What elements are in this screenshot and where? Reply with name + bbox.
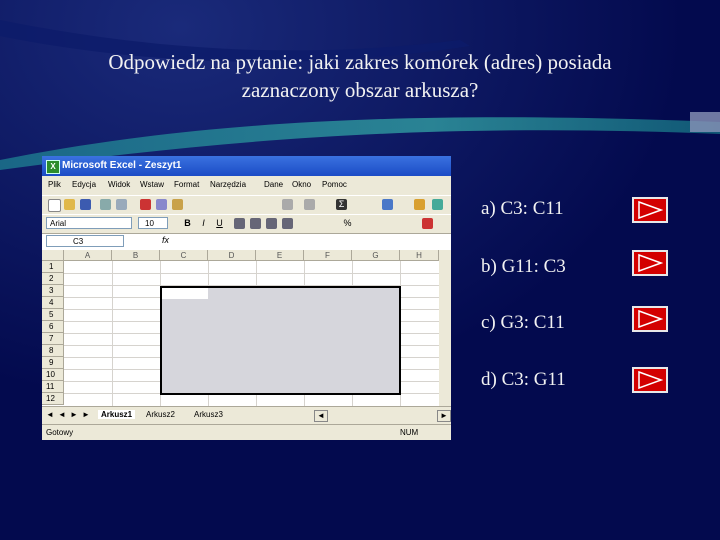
hscroll-right-icon[interactable]: ►: [437, 410, 451, 422]
play-triangle-icon: [638, 310, 663, 328]
font-size-select[interactable]: 10: [138, 217, 168, 229]
sheet-tabs-bar: ◄ ◄ ► ► Arkusz1 Arkusz2 Arkusz3 ◄ ►: [42, 406, 451, 423]
hscroll-left-icon[interactable]: ◄: [314, 410, 328, 422]
answer-b: b) G11: C3: [481, 256, 566, 277]
align-left-icon[interactable]: [234, 218, 245, 229]
status-ready: Gotowy: [46, 428, 74, 437]
column-header-e[interactable]: E: [256, 250, 304, 261]
bold-icon[interactable]: B: [182, 218, 193, 229]
spreadsheet-grid[interactable]: A B C D E F G H 1 2 3 4 5 6 7 8 9 10 11 …: [42, 250, 451, 406]
answer-d: d) C3: G11: [481, 369, 566, 390]
menu-item-edycja[interactable]: Edycja: [72, 180, 96, 189]
print-icon[interactable]: [100, 199, 111, 210]
answer-b-button[interactable]: [632, 250, 668, 276]
row-header-9[interactable]: 9: [42, 357, 64, 369]
cut-icon[interactable]: [140, 199, 151, 210]
chart-icon[interactable]: [414, 199, 425, 210]
menu-item-format[interactable]: Format: [174, 180, 199, 189]
percent-icon[interactable]: %: [342, 218, 353, 229]
play-triangle-icon: [638, 254, 663, 272]
row-header-3[interactable]: 3: [42, 285, 64, 297]
menu-item-dane[interactable]: Dane: [264, 180, 283, 189]
play-triangle-icon: [638, 201, 663, 219]
save-icon[interactable]: [80, 199, 91, 210]
row-header-6[interactable]: 6: [42, 321, 64, 333]
menu-item-wstaw[interactable]: Wstaw: [140, 180, 164, 189]
row-header-10[interactable]: 10: [42, 369, 64, 381]
excel-icon: X: [46, 160, 60, 174]
answer-c-button[interactable]: [632, 306, 668, 332]
excel-window-title: Microsoft Excel - Zeszyt1: [62, 160, 182, 171]
row-header-5[interactable]: 5: [42, 309, 64, 321]
undo-icon[interactable]: [282, 199, 293, 210]
status-num: NUM: [400, 428, 419, 437]
standard-toolbar: Σ: [42, 195, 451, 214]
answer-a: a) C3: C11: [481, 198, 564, 219]
font-name-select[interactable]: Arial: [46, 217, 132, 229]
row-header-2[interactable]: 2: [42, 273, 64, 285]
question-line-1: Odpowiedz na pytanie: jaki zakres komóre…: [108, 50, 612, 74]
sheet-nav-next-icon[interactable]: ►: [70, 410, 78, 419]
merge-icon[interactable]: [282, 218, 293, 229]
status-bar: Gotowy NUM: [42, 424, 451, 440]
new-icon[interactable]: [48, 199, 61, 212]
menu-item-plik[interactable]: Plik: [48, 180, 61, 189]
selected-range[interactable]: [160, 286, 401, 395]
column-header-f[interactable]: F: [304, 250, 352, 261]
formatting-toolbar: Arial 10 B I U %: [42, 214, 451, 233]
select-all-corner[interactable]: [42, 250, 64, 261]
play-triangle-icon: [638, 371, 663, 389]
column-header-g[interactable]: G: [352, 250, 400, 261]
font-color-icon[interactable]: [422, 218, 433, 229]
menu-item-widok[interactable]: Widok: [108, 180, 130, 189]
excel-screenshot: X Microsoft Excel - Zeszyt1 Plik Edycja …: [42, 156, 451, 440]
drawing-icon[interactable]: [432, 199, 443, 210]
answer-c: c) G3: C11: [481, 312, 565, 333]
row-header-12[interactable]: 12: [42, 393, 64, 405]
paste-icon[interactable]: [172, 199, 183, 210]
answer-a-button[interactable]: [632, 197, 668, 223]
menu-item-pomoc[interactable]: Pomoc: [322, 180, 347, 189]
row-header-7[interactable]: 7: [42, 333, 64, 345]
sort-icon[interactable]: [382, 199, 393, 210]
copy-icon[interactable]: [156, 199, 167, 210]
row-header-1[interactable]: 1: [42, 261, 64, 273]
vertical-scrollbar[interactable]: [439, 250, 451, 406]
column-header-h[interactable]: H: [400, 250, 439, 261]
column-header-b[interactable]: B: [112, 250, 160, 261]
row-header-4[interactable]: 4: [42, 297, 64, 309]
question-text: Odpowiedz na pytanie: jaki zakres komóre…: [40, 48, 680, 104]
preview-icon[interactable]: [116, 199, 127, 210]
sheet-nav-prev-icon[interactable]: ◄: [58, 410, 66, 419]
underline-icon[interactable]: U: [214, 218, 225, 229]
answer-d-button[interactable]: [632, 367, 668, 393]
excel-menu-bar: Plik Edycja Widok Wstaw Format Narzędzia…: [42, 177, 451, 193]
column-header-d[interactable]: D: [208, 250, 256, 261]
row-header-11[interactable]: 11: [42, 381, 64, 393]
row-header-8[interactable]: 8: [42, 345, 64, 357]
column-header-c[interactable]: C: [160, 250, 208, 261]
menu-item-narzedzia[interactable]: Narzędzia: [210, 180, 246, 189]
align-right-icon[interactable]: [266, 218, 277, 229]
redo-icon[interactable]: [304, 199, 315, 210]
column-header-a[interactable]: A: [64, 250, 112, 261]
sheet-tab-arkusz2[interactable]: Arkusz2: [146, 410, 175, 419]
formula-bar: C3 fx: [42, 233, 451, 250]
sheet-nav-first-icon[interactable]: ◄: [46, 410, 54, 419]
grid-line: [64, 273, 449, 274]
question-line-2: zaznaczony obszar arkusza?: [241, 78, 479, 102]
fx-icon[interactable]: fx: [162, 235, 169, 245]
excel-title-bar: X Microsoft Excel - Zeszyt1: [42, 156, 451, 176]
sheet-tab-arkusz3[interactable]: Arkusz3: [194, 410, 223, 419]
align-center-icon[interactable]: [250, 218, 261, 229]
menu-item-okno[interactable]: Okno: [292, 180, 311, 189]
active-cell[interactable]: [162, 288, 208, 299]
sheet-nav-last-icon[interactable]: ►: [82, 410, 90, 419]
name-box[interactable]: C3: [46, 235, 124, 247]
sheet-tab-arkusz1[interactable]: Arkusz1: [98, 410, 136, 419]
open-icon[interactable]: [64, 199, 75, 210]
autosum-icon[interactable]: Σ: [336, 199, 347, 210]
italic-icon[interactable]: I: [198, 218, 209, 229]
